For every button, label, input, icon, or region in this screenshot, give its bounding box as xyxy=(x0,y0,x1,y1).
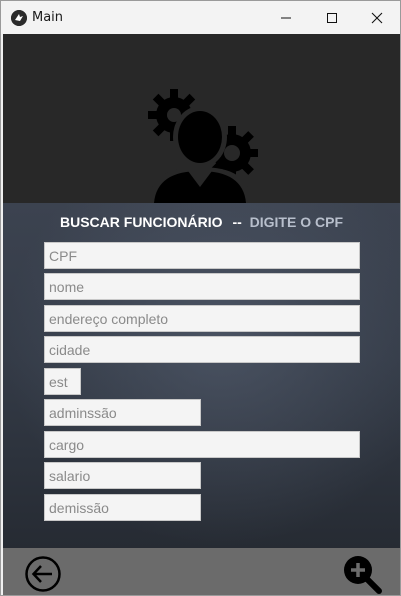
employee-settings-icon xyxy=(148,89,258,203)
minimize-icon xyxy=(281,17,291,18)
window-title: Main xyxy=(32,10,64,25)
maximize-icon xyxy=(327,12,337,23)
nome-input[interactable] xyxy=(44,273,360,300)
search-panel: BUSCAR FUNCIONÁRIO -- DIGITE O CPF xyxy=(3,203,400,548)
arrow-left-circle-icon xyxy=(25,556,61,592)
search-hint: DIGITE O CPF xyxy=(249,214,343,230)
cpf-input[interactable] xyxy=(44,242,360,269)
maximize-button[interactable] xyxy=(309,1,355,34)
close-icon xyxy=(371,12,383,23)
minimize-button[interactable] xyxy=(263,1,309,34)
back-button[interactable] xyxy=(24,555,62,593)
kivy-app-icon xyxy=(11,10,27,26)
admissao-input[interactable] xyxy=(44,399,201,426)
search-button[interactable] xyxy=(341,553,383,595)
cargo-input[interactable] xyxy=(44,431,360,458)
client-area: BUSCAR FUNCIONÁRIO -- DIGITE O CPF xyxy=(3,34,400,595)
demissao-input[interactable] xyxy=(44,494,201,521)
search-heading: BUSCAR FUNCIONÁRIO -- DIGITE O CPF xyxy=(3,214,400,230)
close-button[interactable] xyxy=(354,1,400,34)
bottom-toolbar xyxy=(3,548,400,595)
search-separator: -- xyxy=(232,214,242,230)
cidade-input[interactable] xyxy=(44,336,360,363)
title-bar[interactable]: Main xyxy=(1,1,400,34)
zoom-in-icon xyxy=(344,556,382,594)
app-window: Main BUSCAR FUNCIONÁRIO -- DIGITE O CPF … xyxy=(0,0,401,596)
search-title: BUSCAR FUNCIONÁRIO xyxy=(59,214,223,230)
endereco-input[interactable] xyxy=(44,305,360,332)
header-banner xyxy=(3,34,400,203)
estado-input[interactable] xyxy=(44,368,81,395)
salario-input[interactable] xyxy=(44,462,201,489)
